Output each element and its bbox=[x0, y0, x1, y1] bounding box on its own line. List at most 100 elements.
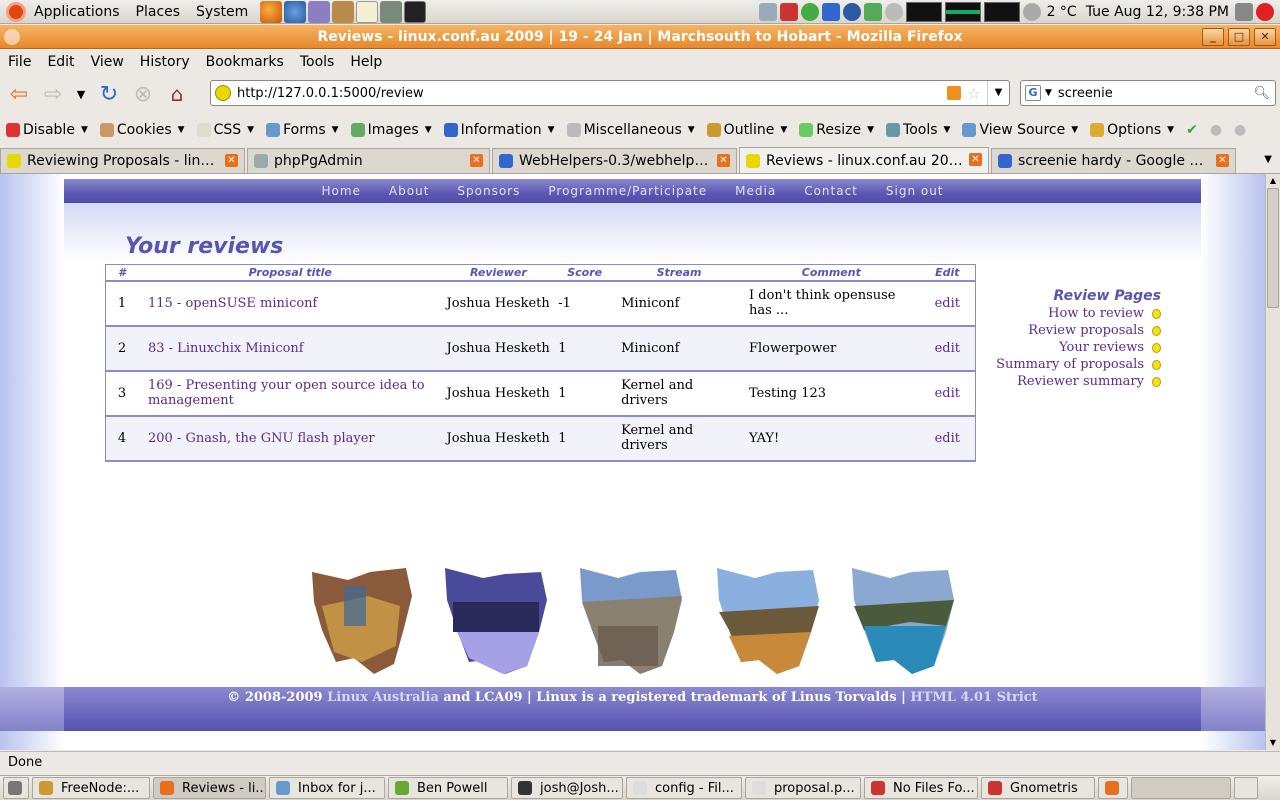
menu-file[interactable]: File bbox=[0, 54, 39, 70]
scroll-thumb[interactable] bbox=[1267, 188, 1279, 308]
network-icon[interactable] bbox=[758, 3, 777, 21]
tools-launcher-icon[interactable] bbox=[332, 0, 355, 23]
tab-close-icon[interactable]: ✕ bbox=[225, 154, 238, 167]
browser-tab[interactable]: WebHelpers-0.3/webhelpers/... ✕ bbox=[492, 148, 737, 173]
menu-history[interactable]: History bbox=[132, 54, 198, 70]
menu-edit[interactable]: Edit bbox=[39, 54, 82, 70]
url-dropdown-icon[interactable]: ▼ bbox=[987, 81, 1009, 105]
firefox-launcher-icon[interactable] bbox=[260, 0, 283, 23]
edit-link[interactable]: edit bbox=[935, 296, 960, 311]
site-nav-media[interactable]: Media bbox=[721, 184, 790, 198]
history-dropdown-icon[interactable]: ▼ bbox=[72, 79, 90, 109]
calculator-launcher-icon[interactable] bbox=[380, 0, 403, 23]
taskbar-button[interactable]: config - Fil... bbox=[626, 777, 742, 799]
browser-tab[interactable]: phpPgAdmin ✕ bbox=[247, 148, 490, 173]
text-editor-launcher-icon[interactable] bbox=[356, 0, 379, 23]
browser-tab[interactable]: Reviewing Proposals - linux.c... ✕ bbox=[0, 148, 245, 173]
site-nav-programme-participate[interactable]: Programme/Participate bbox=[534, 184, 721, 198]
scroll-down-icon[interactable]: ▼ bbox=[1266, 736, 1280, 750]
forward-arrow-icon[interactable]: ⇨ bbox=[38, 79, 68, 109]
taskbar-button[interactable]: Gnometris bbox=[981, 777, 1095, 799]
devbar-tools[interactable]: Tools ▼ bbox=[880, 122, 956, 138]
tab-close-icon[interactable]: ✕ bbox=[470, 154, 483, 167]
clock[interactable]: Tue Aug 12, 9:38 PM bbox=[1083, 4, 1232, 20]
browser-tab[interactable]: Reviews - linux.conf.au 2009 ... ✕ bbox=[739, 147, 989, 173]
taskbar-button[interactable]: josh@Josh... bbox=[511, 777, 623, 799]
edit-link[interactable]: edit bbox=[935, 431, 960, 446]
proposal-link[interactable]: 169 - Presenting your open source idea t… bbox=[148, 378, 425, 408]
close-window-button[interactable]: ✕ bbox=[1254, 28, 1276, 46]
power-icon[interactable] bbox=[1256, 3, 1274, 21]
html-strict-link[interactable]: HTML 4.01 Strict bbox=[910, 690, 1037, 705]
menu-tools[interactable]: Tools bbox=[292, 54, 343, 70]
window-titlebar[interactable]: Reviews - linux.conf.au 2009 | 19 - 24 J… bbox=[0, 25, 1280, 49]
trash-icon[interactable] bbox=[1234, 777, 1258, 799]
proposal-link[interactable]: 200 - Gnash, the GNU flash player bbox=[148, 431, 375, 446]
devbar-forms[interactable]: Forms ▼ bbox=[260, 122, 344, 138]
menu-help[interactable]: Help bbox=[342, 54, 390, 70]
stop-icon[interactable]: ⊗ bbox=[128, 79, 158, 109]
site-nav-contact[interactable]: Contact bbox=[790, 184, 872, 198]
menu-view[interactable]: View bbox=[83, 54, 132, 70]
taskbar-button[interactable]: Reviews - li... bbox=[153, 777, 266, 799]
bluetooth-icon[interactable] bbox=[842, 3, 861, 21]
linux-australia-link[interactable]: Linux Australia bbox=[327, 690, 439, 705]
devbar-options[interactable]: Options ▼ bbox=[1084, 122, 1180, 138]
applications-menu[interactable]: Applications bbox=[26, 4, 128, 20]
url-text[interactable]: http://127.0.0.1:5000/review bbox=[237, 86, 947, 101]
devbar-css[interactable]: CSS ▼ bbox=[191, 122, 260, 138]
vertical-scrollbar[interactable]: ▲ ▼ bbox=[1265, 174, 1280, 750]
status-icon[interactable] bbox=[800, 3, 819, 21]
search-magnifier-icon[interactable]: 🔍︎ bbox=[1253, 86, 1270, 101]
net-monitor-graph[interactable] bbox=[983, 2, 1020, 22]
rss-feed-icon[interactable] bbox=[946, 86, 961, 100]
devbar-view-source[interactable]: View Source ▼ bbox=[956, 122, 1084, 138]
back-arrow-icon[interactable]: ⇦ bbox=[4, 79, 34, 109]
firefox-window-icon[interactable] bbox=[4, 29, 20, 45]
review-page-link-your-reviews[interactable]: Your reviews bbox=[961, 339, 1161, 356]
memory-monitor-graph[interactable] bbox=[944, 2, 981, 22]
system-menu[interactable]: System bbox=[188, 4, 256, 20]
edit-link[interactable]: edit bbox=[935, 386, 960, 401]
home-icon[interactable]: ⌂ bbox=[162, 79, 192, 109]
devbar-outline[interactable]: Outline ▼ bbox=[701, 122, 794, 138]
cpu-monitor-graph[interactable] bbox=[905, 2, 942, 22]
volume-icon[interactable] bbox=[1235, 3, 1253, 21]
edit-link[interactable]: edit bbox=[935, 341, 960, 356]
tab-close-icon[interactable]: ✕ bbox=[717, 154, 730, 167]
review-page-link-how-to-review[interactable]: How to review bbox=[961, 305, 1161, 322]
search-input[interactable]: screenie bbox=[1052, 86, 1254, 101]
temperature[interactable]: 2 °C bbox=[1044, 4, 1080, 20]
pidgin-launcher-icon[interactable] bbox=[308, 0, 331, 23]
js-status-icon[interactable]: ● bbox=[1228, 122, 1252, 138]
scroll-up-icon[interactable]: ▲ bbox=[1266, 174, 1280, 188]
terminal-launcher-icon[interactable] bbox=[404, 0, 427, 23]
devbar-information[interactable]: Information ▼ bbox=[438, 122, 561, 138]
reload-icon[interactable]: ↻ bbox=[94, 79, 124, 109]
css-status-icon[interactable]: ● bbox=[1204, 122, 1228, 138]
taskbar-button[interactable]: No Files Fo... bbox=[864, 777, 978, 799]
thunderbird-launcher-icon[interactable] bbox=[284, 0, 307, 23]
devbar-miscellaneous[interactable]: Miscellaneous ▼ bbox=[561, 122, 701, 138]
tab-close-icon[interactable]: ✕ bbox=[969, 153, 982, 166]
search-box[interactable]: G ▼ screenie 🔍︎ bbox=[1020, 80, 1276, 106]
tab-close-icon[interactable]: ✕ bbox=[1216, 154, 1229, 167]
browser-tab[interactable]: screenie hardy - Google Sea... ✕ bbox=[991, 148, 1236, 173]
settings-gear-icon[interactable] bbox=[884, 3, 903, 21]
review-page-link-reviewer-summary[interactable]: Reviewer summary bbox=[961, 373, 1161, 390]
review-page-link-summary-of-proposals[interactable]: Summary of proposals bbox=[961, 356, 1161, 373]
workspace-switcher[interactable] bbox=[1131, 777, 1231, 799]
devbar-cookies[interactable]: Cookies ▼ bbox=[94, 122, 191, 138]
devbar-disable[interactable]: Disable ▼ bbox=[0, 122, 94, 138]
taskbar-button[interactable]: Inbox for j... bbox=[269, 777, 385, 799]
menu-bookmarks[interactable]: Bookmarks bbox=[198, 54, 292, 70]
battery-icon[interactable] bbox=[863, 3, 882, 21]
show-desktop-icon[interactable] bbox=[3, 777, 29, 799]
validate-check-icon[interactable]: ✔ bbox=[1180, 122, 1204, 138]
maximize-button[interactable]: □ bbox=[1228, 28, 1250, 46]
update-notifier-icon[interactable] bbox=[779, 3, 798, 21]
review-page-link-review-proposals[interactable]: Review proposals bbox=[961, 322, 1161, 339]
site-nav-sign-out[interactable]: Sign out bbox=[872, 184, 958, 198]
taskbar-button[interactable]: Ben Powell bbox=[388, 777, 508, 799]
site-nav-home[interactable]: Home bbox=[307, 184, 374, 198]
